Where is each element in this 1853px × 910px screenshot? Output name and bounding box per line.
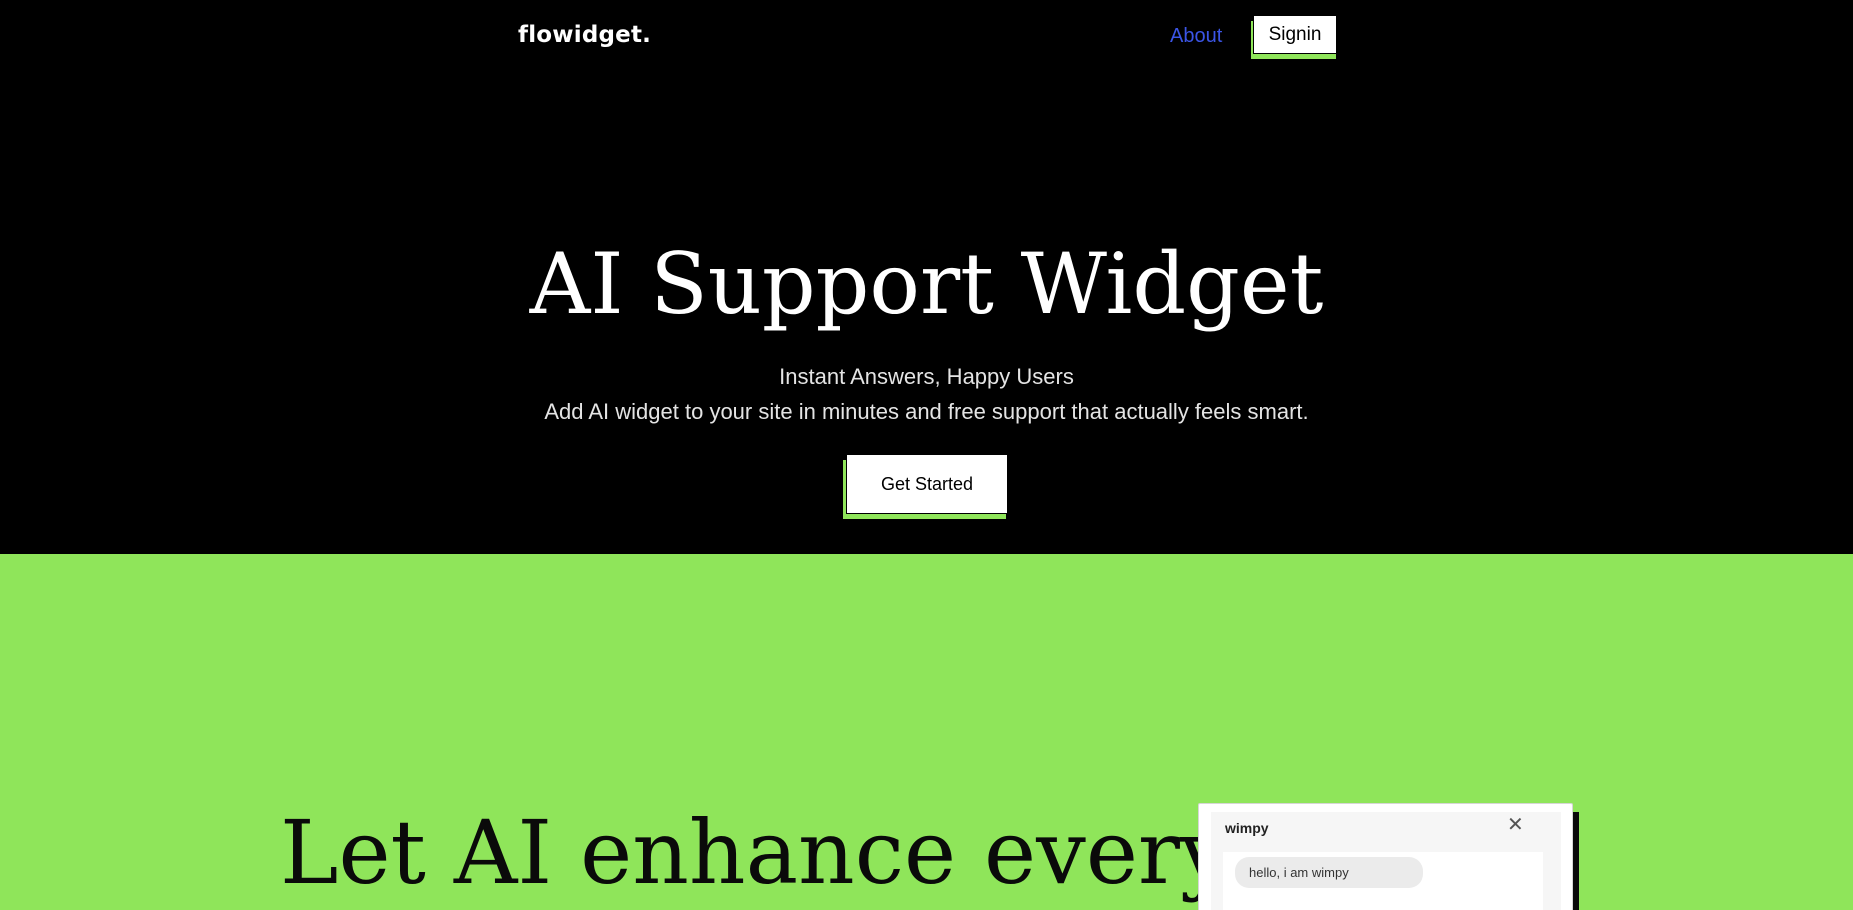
signin-button[interactable]: Signin xyxy=(1253,15,1337,54)
logo[interactable]: flowidget. xyxy=(518,22,651,48)
get-started-button[interactable]: Get Started xyxy=(846,454,1008,514)
features-title: Let AI enhance every xyxy=(280,801,1230,904)
close-icon[interactable]: ✕ xyxy=(1507,812,1524,836)
chat-message-bubble: hello, i am wimpy xyxy=(1235,857,1423,888)
widget-bot-name: wimpy xyxy=(1225,820,1269,836)
hero-title: AI Support Widget xyxy=(529,235,1324,333)
hero-subtitle: Instant Answers, Happy Users xyxy=(779,364,1074,389)
nav-link-about[interactable]: About xyxy=(1170,25,1222,48)
hero-section: flowidget. About Signin AI Support Widge… xyxy=(0,0,1853,554)
widget-preview: wimpy ✕ hello, i am wimpy xyxy=(1198,803,1573,910)
widget-chat-body: hello, i am wimpy xyxy=(1223,852,1543,910)
features-section: Let AI enhance every wimpy ✕ hello, i am… xyxy=(0,554,1853,910)
hero-description: Add AI widget to your site in minutes an… xyxy=(544,399,1309,424)
